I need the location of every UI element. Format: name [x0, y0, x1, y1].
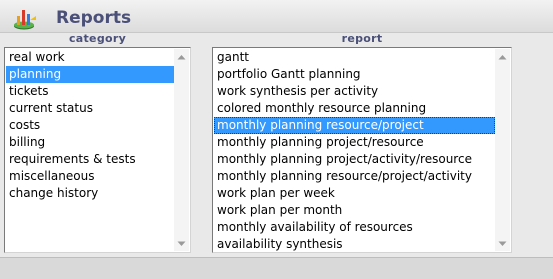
report-list-item[interactable]: availability synthesis — [214, 236, 495, 252]
report-list-item[interactable]: work plan per month — [214, 202, 495, 219]
report-list-item[interactable]: gantt — [214, 49, 495, 66]
scroll-up-arrow-icon[interactable] — [495, 49, 510, 64]
category-list-item[interactable]: change history — [6, 185, 174, 202]
page-title: Reports — [56, 8, 132, 28]
category-list-item[interactable]: real work — [6, 49, 174, 66]
status-bar — [0, 257, 553, 279]
report-scrollbar[interactable] — [495, 49, 510, 251]
report-column-label: report — [341, 32, 383, 45]
report-list-item[interactable]: portfolio Gantt planning — [214, 66, 495, 83]
category-list: real work planning tickets current status co… — [6, 49, 174, 251]
report-list-item[interactable]: work plan per week — [214, 185, 495, 202]
report-list-item[interactable]: monthly planning project/resource — [214, 134, 495, 151]
category-list-item[interactable]: tickets — [6, 83, 174, 100]
report-list-item[interactable]: monthly planning resource/project/activi… — [214, 168, 495, 185]
category-column-label: category — [68, 32, 127, 45]
report-list-item[interactable]: monthly planning project/activity/resour… — [214, 151, 495, 168]
reports-header: Reports — [0, 0, 553, 33]
scroll-up-arrow-icon[interactable] — [174, 49, 189, 64]
report-chart-icon — [12, 7, 38, 31]
report-list: gantt portfolio Gantt planning work synthe… — [214, 49, 495, 251]
category-list-item[interactable]: costs — [6, 117, 174, 134]
scroll-down-arrow-icon[interactable] — [174, 236, 189, 251]
category-list-item[interactable]: planning — [6, 66, 174, 83]
category-list-item[interactable]: current status — [6, 100, 174, 117]
report-list-item[interactable]: colored monthly resource planning — [214, 100, 495, 117]
scroll-down-arrow-icon[interactable] — [495, 236, 510, 251]
report-listbox[interactable]: gantt portfolio Gantt planning work synthe… — [212, 47, 512, 253]
report-list-item[interactable]: monthly availability of resources — [214, 219, 495, 236]
category-scrollbar[interactable] — [174, 49, 189, 251]
category-list-item[interactable]: requirements & tests — [6, 151, 174, 168]
report-list-item[interactable]: monthly planning resource/project — [214, 117, 495, 134]
report-list-item[interactable]: work synthesis per activity — [214, 83, 495, 100]
category-list-item[interactable]: miscellaneous — [6, 168, 174, 185]
category-list-item[interactable]: billing — [6, 134, 174, 151]
category-listbox[interactable]: real work planning tickets current status co… — [4, 47, 191, 253]
